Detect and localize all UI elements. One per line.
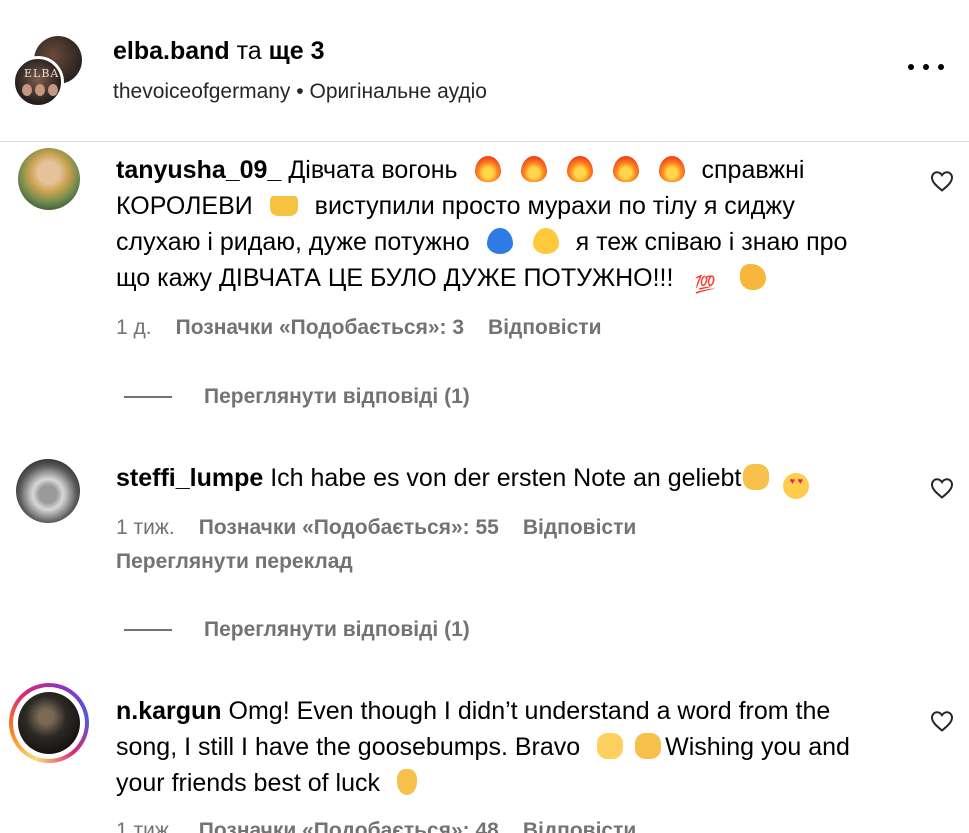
collab-avatars[interactable]: ELBA xyxy=(12,36,84,108)
comment-time[interactable]: 1 д. xyxy=(116,316,152,340)
audio-account-link[interactable]: thevoiceofgermany xyxy=(113,80,290,103)
heart-icon[interactable] xyxy=(930,477,954,499)
comment-username[interactable]: steffi_lumpe xyxy=(116,464,263,492)
heart-icon[interactable] xyxy=(930,710,954,732)
comment-meta: 1 тиж. Позначки «Подобається»: 55 Відпов… xyxy=(116,516,636,540)
clapping-hands-emoji-icon xyxy=(635,733,662,759)
heart-icon[interactable] xyxy=(930,170,954,192)
likes-count[interactable]: Позначки «Подобається»: 3 xyxy=(176,316,464,340)
heart-hands-emoji-icon xyxy=(597,733,624,759)
view-replies-button[interactable]: Переглянути відповіді (1) xyxy=(124,618,470,642)
post-header: ELBA elba.band та ще 3 thevoiceofgermany… xyxy=(0,0,969,142)
post-owner: elba.band та ще 3 xyxy=(113,37,325,66)
likes-count[interactable]: Позначки «Подобається»: 55 xyxy=(199,516,499,540)
comment-text: tanyusha_09_ Дівчата вогонь справжні КОР… xyxy=(116,152,886,298)
comment-body: Дівчата вогонь xyxy=(288,156,458,184)
crown-emoji-icon xyxy=(269,196,298,216)
comment-meta: 1 д. Позначки «Подобається»: 3 Відповіст… xyxy=(116,316,602,340)
view-replies-button[interactable]: Переглянути відповіді (1) xyxy=(124,385,470,409)
comment-text: steffi_lumpe Ich habe es von der ersten … xyxy=(116,460,886,499)
flexed-biceps-emoji-icon xyxy=(740,264,767,290)
fire-emoji-icon xyxy=(566,156,593,182)
fire-emoji-icon xyxy=(658,156,685,182)
fire-emoji-icon xyxy=(520,156,547,182)
fire-emoji-icon xyxy=(612,156,639,182)
comment-time[interactable]: 1 тиж. xyxy=(116,819,175,833)
view-replies-label: Переглянути відповіді (1) xyxy=(204,385,470,408)
separator-dot: • xyxy=(296,80,304,103)
clapping-hands-emoji-icon xyxy=(743,464,770,490)
avatar-faces xyxy=(22,84,58,96)
more-horizontal-icon[interactable] xyxy=(908,64,944,74)
avatar[interactable] xyxy=(18,692,80,754)
see-translation-button[interactable]: Переглянути переклад xyxy=(116,550,353,574)
reply-button[interactable]: Відповісти xyxy=(523,819,636,833)
comment-username[interactable]: n.kargun xyxy=(116,697,222,725)
replies-divider xyxy=(124,396,172,398)
post-subtitle: thevoiceofgermany • Оригінальне аудіо xyxy=(113,80,487,104)
replies-divider xyxy=(124,629,172,631)
crossed-fingers-emoji-icon xyxy=(396,769,417,795)
comment-username[interactable]: tanyusha_09_ xyxy=(116,156,281,184)
hundred-emoji-icon: 💯 xyxy=(694,275,716,294)
reply-button[interactable]: Відповісти xyxy=(488,316,601,340)
comment-meta: 1 тиж. Позначки «Подобається»: 48 Відпов… xyxy=(116,819,636,833)
blue-heart-emoji-icon xyxy=(486,228,513,254)
avatar[interactable] xyxy=(16,459,80,523)
avatar[interactable]: ELBA xyxy=(12,56,64,108)
heart-eyes-emoji-icon xyxy=(783,473,810,499)
fire-emoji-icon xyxy=(474,156,501,182)
owner-more-link[interactable]: ще 3 xyxy=(269,37,325,65)
comment-text: n.kargun Omg! Even though I didn’t under… xyxy=(116,693,886,801)
yellow-heart-emoji-icon xyxy=(532,228,559,254)
original-audio-link[interactable]: Оригінальне аудіо xyxy=(309,80,487,103)
reply-button[interactable]: Відповісти xyxy=(523,516,636,540)
avatar-logo-text: ELBA xyxy=(24,67,60,80)
comment-time[interactable]: 1 тиж. xyxy=(116,516,175,540)
likes-count[interactable]: Позначки «Подобається»: 48 xyxy=(199,819,499,833)
owner-username[interactable]: elba.band xyxy=(113,37,230,65)
story-ring[interactable] xyxy=(9,683,89,763)
view-replies-label: Переглянути відповіді (1) xyxy=(204,618,470,641)
owner-conjunction: та xyxy=(236,37,262,65)
avatar[interactable] xyxy=(18,148,80,210)
comment-body: Ich habe es von der ersten Note an gelie… xyxy=(270,464,742,492)
